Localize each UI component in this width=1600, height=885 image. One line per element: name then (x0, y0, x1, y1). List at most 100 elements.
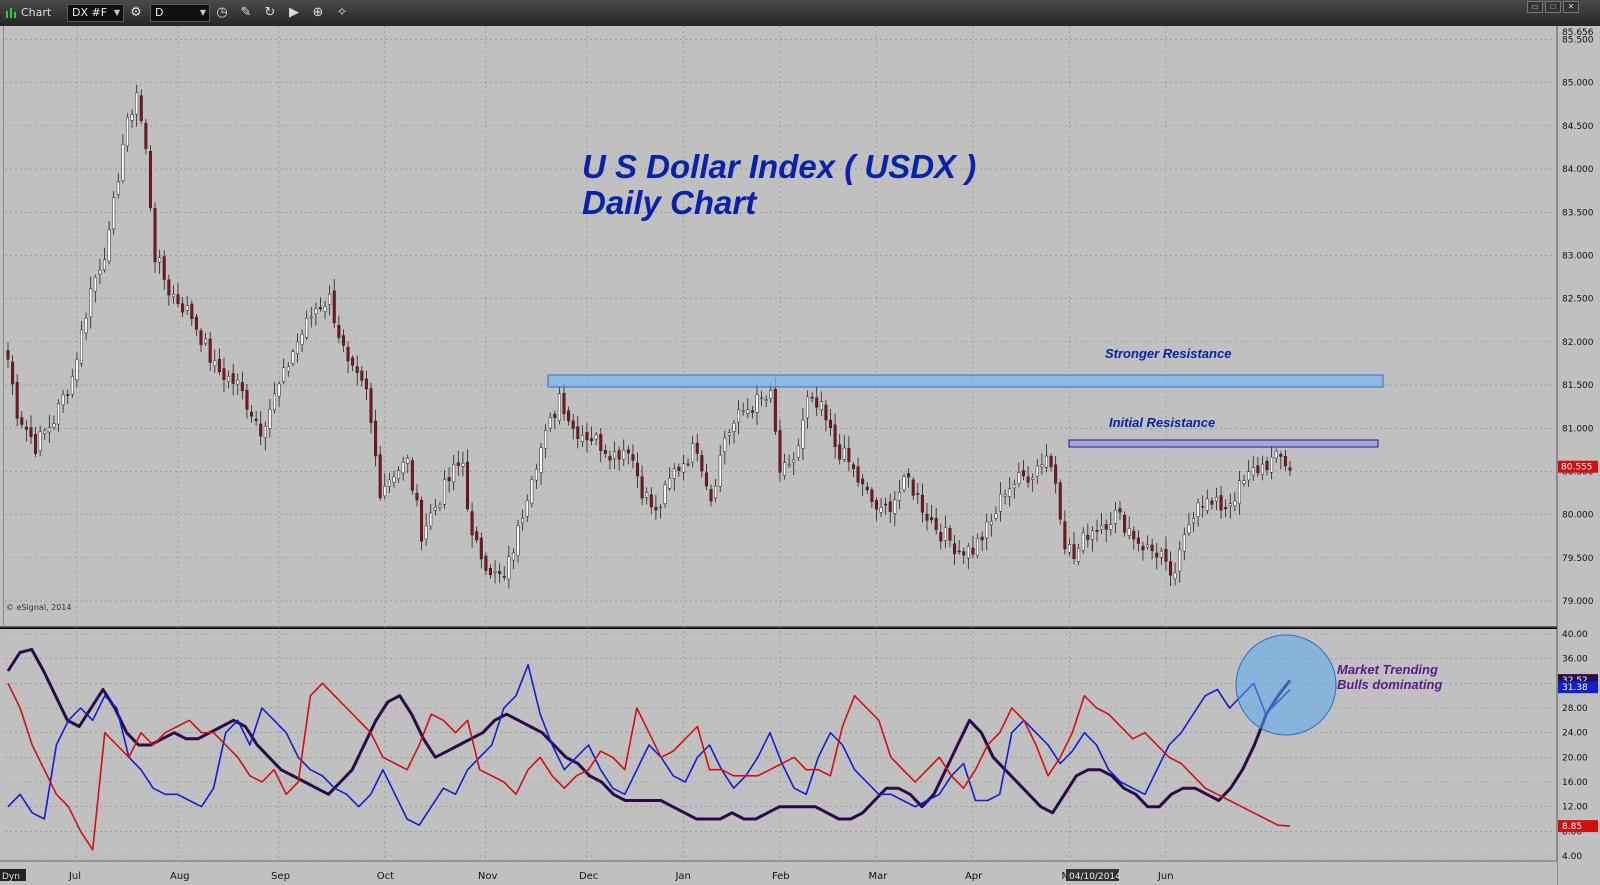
indicator-tick-label: 40.00 (1562, 630, 1588, 640)
month-tick-label: Mar (868, 871, 888, 882)
zoom-icon[interactable]: ⊕ (309, 4, 327, 22)
settings-icon[interactable]: ⚙ (127, 4, 145, 22)
candle-up (1035, 465, 1039, 477)
candle-down (590, 438, 594, 442)
candle-up (1196, 502, 1200, 517)
candle-down (465, 461, 470, 510)
price-tick-label: 83.000 (1562, 251, 1594, 261)
candle-down (925, 513, 929, 521)
candle-up (1233, 500, 1237, 507)
candle-down (475, 531, 479, 541)
candle-down (980, 536, 984, 541)
candle-down (576, 426, 580, 439)
candle-down (1095, 530, 1099, 532)
candle-down (617, 450, 621, 460)
candle-down (824, 404, 828, 421)
chart-window: Chart DX #F ▼ ⚙ D ▼ ◷ ✎ ↻ ▶ ⊕ ✧ ▭ □ ✕ U S … (0, 0, 1600, 885)
month-tick-label: Nov (478, 871, 498, 882)
candle-down (874, 500, 878, 510)
candle-down (828, 419, 833, 429)
candle-down (636, 462, 640, 477)
candle-up (38, 431, 42, 452)
chevron-down-icon[interactable]: ▼ (114, 5, 120, 21)
candle-down (750, 410, 754, 413)
candle-up (893, 499, 897, 514)
candle-down (415, 492, 419, 501)
candle-up (263, 426, 267, 439)
refresh-icon[interactable]: ↻ (261, 4, 279, 22)
play-icon[interactable]: ▶ (285, 4, 303, 22)
candle-up (525, 500, 529, 517)
candle-up (429, 512, 433, 527)
candle-down (231, 373, 235, 384)
candle-up (1228, 503, 1232, 507)
candle-down (599, 434, 603, 451)
candle-down (585, 432, 589, 441)
candle-up (994, 513, 998, 519)
candle-up (1012, 484, 1016, 489)
candle-down (1256, 465, 1260, 474)
candle-up (985, 521, 989, 539)
candle-down (181, 303, 185, 313)
candle-up (1173, 572, 1177, 579)
interval-select[interactable]: D ▼ (150, 4, 210, 22)
candle-up (57, 403, 61, 425)
candle-down (1072, 544, 1076, 559)
month-tick-label: Aug (170, 871, 190, 882)
candle-up (116, 181, 120, 195)
candle-up (718, 454, 722, 487)
candle-up (516, 525, 520, 556)
candle-down (1049, 455, 1053, 468)
chart-area[interactable]: U S Dollar Index ( USDX ) Daily Chart St… (0, 26, 1600, 885)
candle-down (1104, 524, 1108, 530)
candle-up (406, 458, 410, 464)
candle-down (1169, 561, 1173, 576)
candle-up (387, 479, 391, 487)
top-price-label: 85.656 (1562, 28, 1594, 38)
candle-up (1274, 450, 1278, 459)
maximize-button[interactable]: □ (1545, 1, 1561, 13)
candle-down (1210, 500, 1214, 505)
candle-up (594, 434, 598, 440)
price-tick-label: 83.500 (1562, 208, 1594, 218)
candle-down (1279, 454, 1283, 457)
dyn-label: Dyn (2, 872, 20, 882)
indicator-tick-label: 36.00 (1562, 655, 1588, 665)
candle-down (649, 494, 653, 508)
candle-up (158, 257, 162, 263)
candle-up (989, 521, 993, 526)
candle-up (213, 360, 217, 366)
candle-up (70, 376, 74, 395)
minus_di-value-label: 8.85 (1562, 822, 1582, 832)
candle-up (796, 445, 800, 458)
month-tick-label: Jan (674, 871, 690, 882)
candle-down (920, 494, 924, 513)
price-tick-label: 82.500 (1562, 295, 1594, 305)
candle-up (1017, 472, 1021, 484)
close-button[interactable]: ✕ (1563, 1, 1579, 13)
candle-up (511, 552, 515, 561)
candle-down (217, 358, 221, 373)
candle-down (470, 511, 474, 536)
candle-down (856, 466, 860, 483)
candle-up (801, 419, 805, 449)
candle-up (75, 359, 79, 381)
candle-down (686, 463, 690, 466)
clock-icon[interactable]: ◷ (213, 4, 231, 22)
candle-up (580, 435, 584, 442)
pencil-icon[interactable]: ✎ (237, 4, 255, 22)
candle-up (842, 447, 846, 460)
candle-up (672, 468, 676, 479)
month-tick-label: Dec (579, 871, 598, 882)
month-tick-label: Apr (965, 871, 983, 882)
restore-button[interactable]: ▭ (1527, 1, 1543, 13)
candle-up (534, 468, 538, 481)
symbol-input[interactable]: DX #F ▼ (67, 4, 124, 22)
candle-down (240, 382, 244, 392)
candle-up (760, 397, 764, 400)
month-tick-label: Oct (377, 871, 394, 882)
chevron-down-icon[interactable]: ▼ (200, 5, 206, 21)
wand-icon[interactable]: ✧ (333, 4, 351, 22)
candle-up (521, 517, 525, 524)
candle-up (783, 462, 787, 476)
